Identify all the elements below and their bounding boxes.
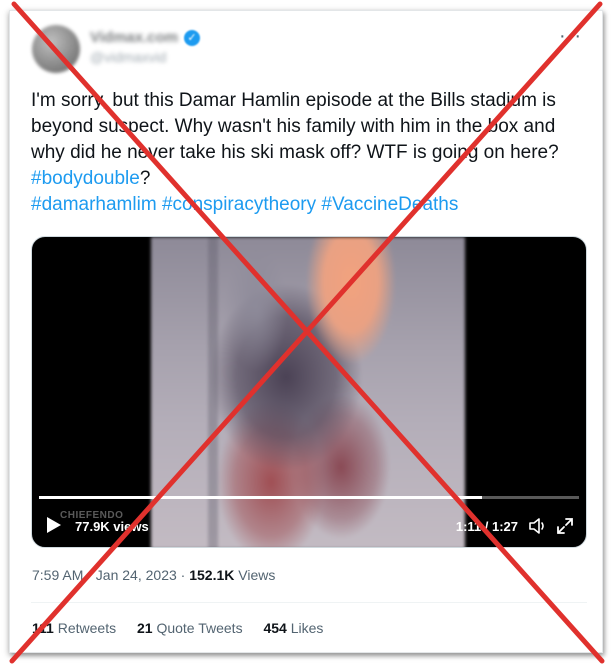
play-icon[interactable] <box>46 516 62 534</box>
more-horizontal-icon[interactable]: ··· <box>559 25 582 48</box>
hashtag-link[interactable]: #bodydouble <box>31 168 140 189</box>
tweet-stats: 111 Retweets 21 Quote Tweets 454 Likes <box>32 620 340 636</box>
quote-tweets-count: 21 <box>136 620 153 636</box>
tweet-punctuation: ? <box>139 168 151 189</box>
likes-count: 454 <box>263 620 287 636</box>
divider <box>31 602 587 603</box>
retweets-label: Retweets <box>57 620 117 636</box>
tweet-meta: 7:59 AM · Jan 24, 2023 · 152.1K Views <box>32 567 275 583</box>
hashtag-link[interactable]: #conspiracytheory <box>162 194 316 215</box>
tweet-card: Vidmax.com ✓ @vidmaxvid ··· I'm sorry, b… <box>9 10 603 653</box>
likes-label: Likes <box>290 620 324 636</box>
video-frame-detail <box>208 237 218 547</box>
retweets-stat[interactable]: 111 Retweets <box>32 620 116 636</box>
video-player[interactable]: CHIEFENDO 77.9K views 1:11 / 1:27 <box>31 236 587 548</box>
author-display-name[interactable]: Vidmax.com <box>90 29 178 46</box>
verified-badge-icon: ✓ <box>184 30 200 46</box>
video-views-count: 77.9K views <box>75 519 149 534</box>
author-handle[interactable]: @vidmaxvid <box>90 49 166 65</box>
tweet-timestamp[interactable]: 7:59 AM · Jan 24, 2023 · <box>32 567 189 583</box>
tweet-body: I'm sorry, but this Damar Hamlin episode… <box>31 90 559 163</box>
retweets-count: 111 <box>32 620 54 636</box>
tweet-views-label: Views <box>234 567 276 583</box>
video-progress-fill <box>39 496 482 499</box>
likes-stat[interactable]: 454 Likes <box>263 620 323 636</box>
video-time-display: 1:11 / 1:27 <box>455 519 518 534</box>
avatar[interactable] <box>32 25 80 73</box>
video-progress-bar[interactable] <box>39 496 579 499</box>
quote-tweets-stat[interactable]: 21 Quote Tweets <box>137 620 243 636</box>
quote-tweets-label: Quote Tweets <box>156 620 243 636</box>
hashtag-link[interactable]: #damarhamlim <box>31 194 157 215</box>
tweet-text: I'm sorry, but this Damar Hamlin episode… <box>31 88 581 218</box>
video-frame[interactable] <box>151 237 465 547</box>
tweet-header: Vidmax.com ✓ @vidmaxvid ··· <box>32 25 582 73</box>
volume-icon[interactable] <box>528 516 548 536</box>
tweet-views-count: 152.1K <box>189 567 235 583</box>
expand-icon[interactable] <box>556 517 574 535</box>
hashtag-link[interactable]: #VaccineDeaths <box>321 194 458 215</box>
